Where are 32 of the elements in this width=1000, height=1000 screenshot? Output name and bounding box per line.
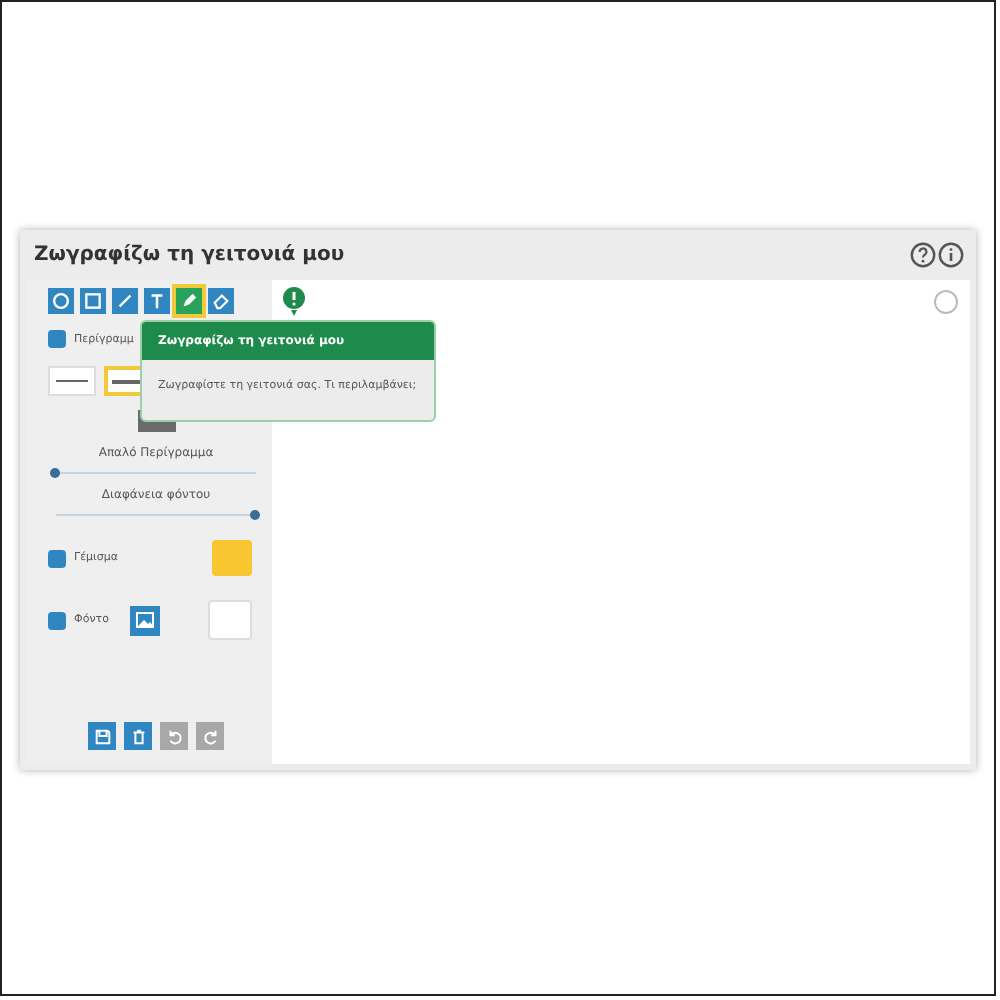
save-icon [93,727,111,745]
slider-thumb[interactable] [50,468,60,478]
circle-tool-button[interactable] [48,288,74,314]
exclamation-marker-icon[interactable] [282,286,306,318]
delete-button[interactable] [124,722,152,750]
redo-icon [201,727,219,745]
image-button[interactable] [130,605,160,635]
background-color-swatch[interactable] [208,600,252,640]
eraser-icon [212,292,230,310]
eraser-tool-button[interactable] [208,288,234,314]
line-style-button[interactable] [48,366,96,396]
square-tool-button[interactable] [80,288,106,314]
pencil-tool-button[interactable] [176,288,202,314]
undo-icon [165,727,183,745]
text-tool-button[interactable] [144,288,170,314]
fill-checkbox[interactable] [48,549,66,567]
save-button[interactable] [88,722,116,750]
help-icon[interactable] [910,242,936,268]
circle-icon [52,292,70,310]
fill-color-swatch[interactable] [212,540,252,576]
info-icon[interactable] [938,242,964,268]
delete-icon [129,727,147,745]
square-icon [84,292,102,310]
line-tool-button[interactable] [112,288,138,314]
slider-thumb[interactable] [250,510,260,520]
line-icon [116,292,134,310]
window-title: Ζωγραφίζω τη γειτονιά μου [34,244,345,266]
image-icon [136,612,154,628]
text-icon [148,292,166,310]
background-checkbox[interactable] [48,611,66,629]
pencil-icon [180,292,198,310]
outline-checkbox[interactable] [48,330,66,348]
